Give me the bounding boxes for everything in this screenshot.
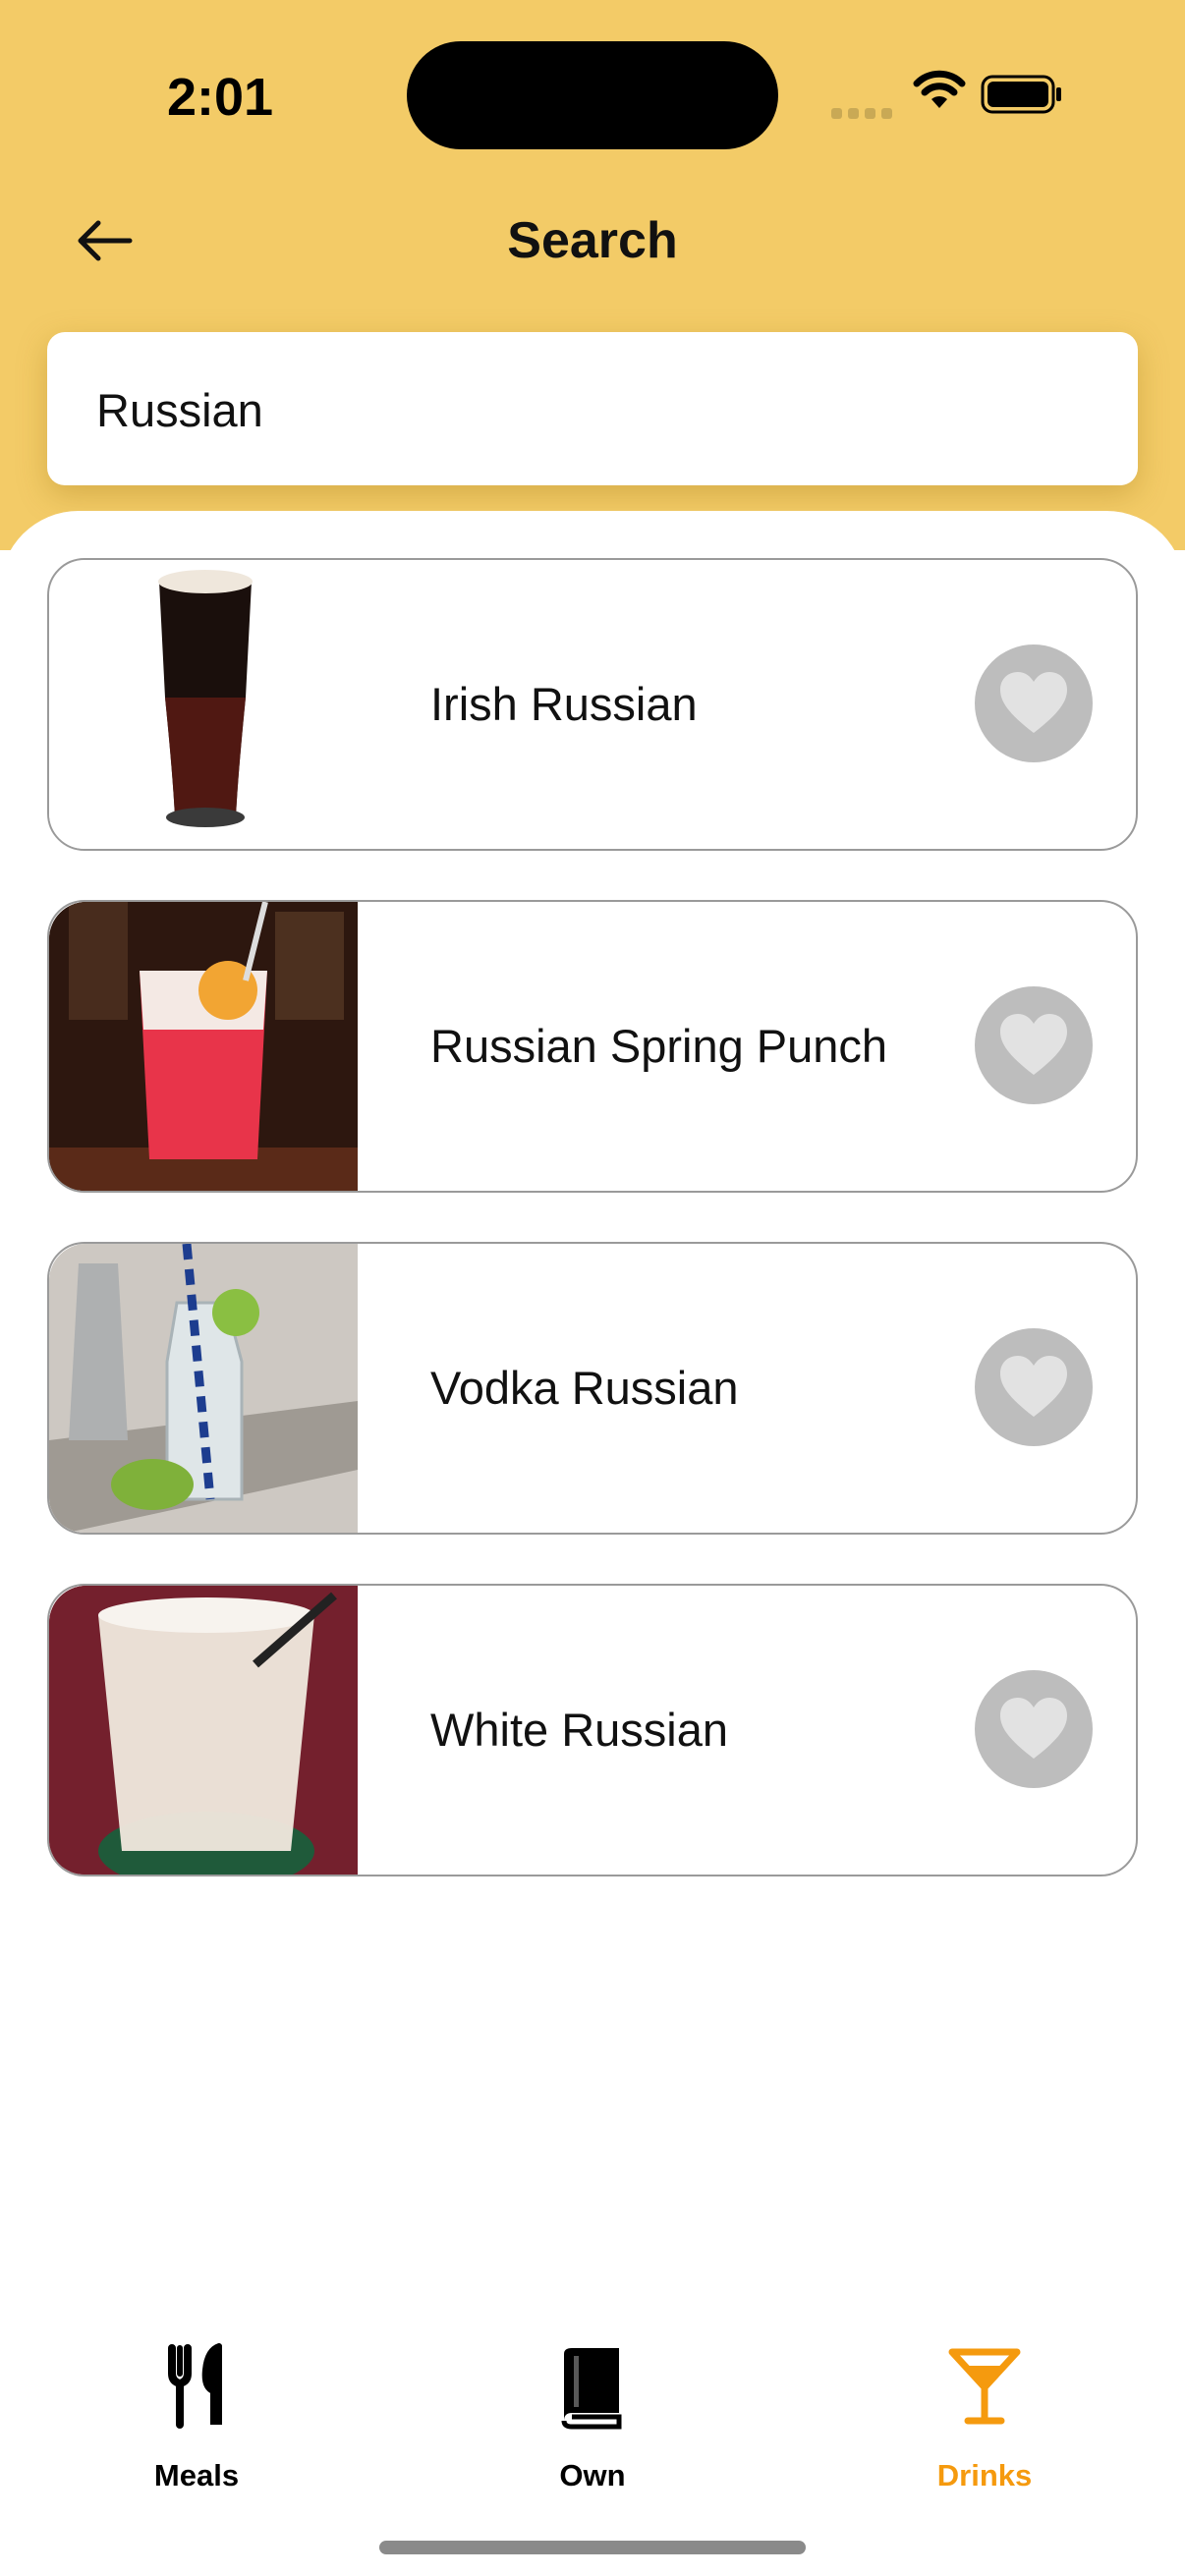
search-box[interactable] [47, 332, 1138, 487]
home-indicator [379, 2541, 806, 2554]
drink-name: Irish Russian [430, 678, 698, 730]
heart-icon [1000, 1356, 1067, 1417]
fork-knife-icon [168, 2343, 222, 2429]
page-title: Search [507, 212, 678, 269]
heart-icon [1000, 672, 1067, 733]
book-icon [561, 2348, 622, 2430]
cocktail-icon [948, 2348, 1021, 2425]
tab-own[interactable]: Own [475, 2342, 710, 2499]
battery-icon [981, 75, 1061, 114]
favorite-button[interactable] [975, 644, 1093, 762]
drink-thumbnail [49, 902, 358, 1191]
tab-bar: Meals Own Drinks [0, 2319, 1185, 2576]
dynamic-island [407, 41, 778, 149]
heart-icon [1000, 1014, 1067, 1075]
tab-meals[interactable]: Meals [79, 2342, 314, 2499]
tab-drinks[interactable]: Drinks [867, 2342, 1102, 2499]
status-icons [831, 69, 1185, 128]
cellular-signal-icon [831, 106, 898, 124]
favorite-button[interactable] [975, 1328, 1093, 1446]
wifi-icon [913, 70, 966, 108]
tab-label: Drinks [936, 2458, 1033, 2492]
tab-label: Meals [153, 2458, 240, 2492]
favorite-button[interactable] [975, 986, 1093, 1104]
search-input[interactable] [94, 332, 1091, 487]
tab-label: Own [559, 2458, 626, 2492]
drink-name: Vodka Russian [430, 1362, 739, 1414]
status-time: 2:01 [167, 68, 274, 127]
favorite-button[interactable] [975, 1670, 1093, 1788]
result-card[interactable]: White Russian [47, 1584, 1138, 1876]
result-card[interactable]: Irish Russian [47, 558, 1138, 851]
drink-thumbnail [49, 1244, 358, 1533]
result-card[interactable]: Russian Spring Punch [47, 900, 1138, 1193]
drink-name: Russian Spring Punch [430, 1020, 888, 1072]
heart-icon [1000, 1698, 1067, 1759]
result-card[interactable]: Vodka Russian [47, 1242, 1138, 1535]
drink-thumbnail [49, 560, 358, 849]
drink-name: White Russian [430, 1704, 728, 1756]
drink-thumbnail [49, 1586, 358, 1875]
